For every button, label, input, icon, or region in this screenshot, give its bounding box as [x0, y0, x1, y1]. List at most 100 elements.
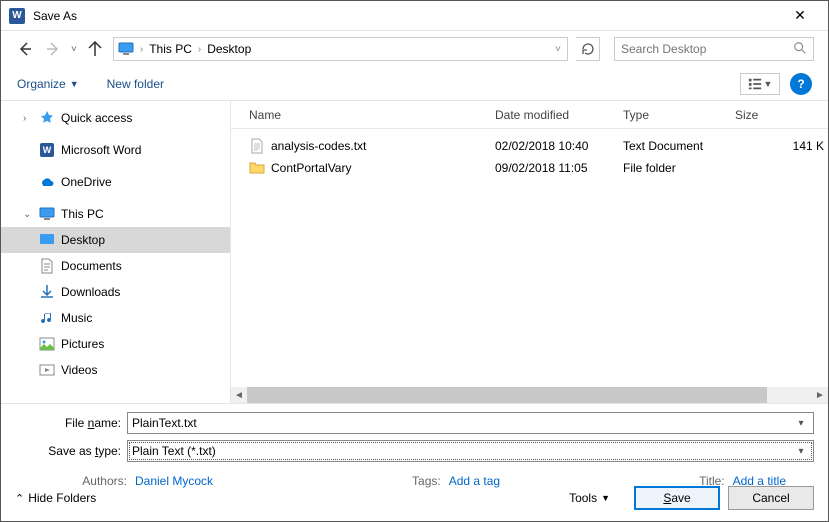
tools-button[interactable]: Tools ▼ — [569, 491, 610, 505]
cancel-button[interactable]: Cancel — [728, 486, 814, 510]
new-folder-button[interactable]: New folder — [107, 77, 164, 91]
close-button[interactable]: ✕ — [780, 7, 820, 24]
arrow-right-icon — [45, 41, 61, 57]
text-file-icon — [249, 138, 267, 154]
savetype-dropdown[interactable]: ▾ — [793, 446, 809, 457]
breadcrumb-separator: › — [196, 44, 203, 55]
navigation-tree[interactable]: › Quick access W Microsoft Word OneDrive… — [1, 101, 231, 403]
tree-label: This PC — [61, 207, 104, 221]
video-icon — [39, 362, 55, 378]
word-icon: W — [39, 142, 55, 158]
file-list-header[interactable]: Name Date modified Type Size — [231, 101, 828, 129]
filename-dropdown[interactable]: ▾ — [793, 418, 809, 429]
music-icon — [39, 310, 55, 326]
window-title: Save As — [33, 9, 780, 23]
cloud-icon — [39, 174, 55, 190]
breadcrumb-desktop[interactable]: Desktop — [207, 42, 251, 56]
organize-label: Organize — [17, 77, 66, 91]
tree-microsoft-word[interactable]: W Microsoft Word — [1, 137, 230, 163]
savetype-combo[interactable]: ▾ — [127, 440, 814, 462]
tools-label: Tools — [569, 491, 597, 505]
view-list-icon — [748, 77, 762, 91]
arrow-left-icon — [17, 41, 33, 57]
arrow-up-icon — [87, 41, 103, 57]
download-icon — [39, 284, 55, 300]
back-button[interactable] — [15, 39, 35, 59]
refresh-icon — [580, 41, 596, 57]
forward-button[interactable] — [43, 39, 63, 59]
file-type: Text Document — [623, 139, 735, 153]
tree-label: Desktop — [61, 233, 105, 247]
view-options-button[interactable]: ▼ — [740, 73, 780, 95]
column-size[interactable]: Size — [735, 108, 828, 122]
column-name[interactable]: Name — [249, 108, 495, 122]
hide-folders-label: Hide Folders — [28, 491, 96, 505]
file-date: 02/02/2018 10:40 — [495, 139, 623, 153]
chevron-right-icon: › — [23, 113, 33, 124]
tree-downloads[interactable]: Downloads — [1, 279, 230, 305]
file-row[interactable]: ContPortalVary 09/02/2018 11:05 File fol… — [249, 157, 828, 179]
filename-combo[interactable]: ▾ — [127, 412, 814, 434]
savetype-label: Save as type: — [15, 444, 127, 458]
address-dropdown[interactable]: ˅ — [553, 44, 563, 55]
tree-label: Music — [61, 311, 92, 325]
history-dropdown[interactable]: ˅ — [71, 44, 77, 55]
file-list[interactable]: analysis-codes.txt 02/02/2018 10:40 Text… — [231, 129, 828, 387]
file-row[interactable]: analysis-codes.txt 02/02/2018 10:40 Text… — [249, 135, 828, 157]
chevron-down-icon: ▼ — [70, 79, 79, 89]
address-bar[interactable]: › This PC › Desktop ˅ — [113, 37, 568, 61]
tree-label: Pictures — [61, 337, 104, 351]
folder-icon — [249, 160, 267, 176]
tree-label: OneDrive — [61, 175, 112, 189]
tree-music[interactable]: Music — [1, 305, 230, 331]
tree-videos[interactable]: Videos — [1, 357, 230, 383]
hide-folders-button[interactable]: ⌃ Hide Folders — [15, 491, 96, 505]
search-input[interactable] — [621, 42, 793, 56]
file-name: ContPortalVary — [271, 161, 351, 175]
column-date[interactable]: Date modified — [495, 108, 623, 122]
scroll-right-button[interactable]: ► — [812, 387, 828, 403]
chevron-down-icon: ⌄ — [23, 209, 33, 220]
tree-label: Videos — [61, 363, 97, 377]
monitor-icon — [39, 206, 55, 222]
tree-desktop[interactable]: Desktop — [1, 227, 230, 253]
up-button[interactable] — [85, 39, 105, 59]
tree-onedrive[interactable]: OneDrive — [1, 169, 230, 195]
picture-icon — [39, 336, 55, 352]
tree-label: Documents — [61, 259, 122, 273]
tree-label: Downloads — [61, 285, 120, 299]
tree-documents[interactable]: Documents — [1, 253, 230, 279]
tree-label: Quick access — [61, 111, 132, 125]
tree-this-pc[interactable]: ⌄ This PC — [1, 201, 230, 227]
this-pc-icon — [118, 41, 134, 57]
filename-label: File name: — [15, 416, 127, 430]
tree-pictures[interactable]: Pictures — [1, 331, 230, 357]
star-icon — [39, 110, 55, 126]
scroll-left-button[interactable]: ◄ — [231, 387, 247, 403]
desktop-icon — [39, 232, 55, 248]
scroll-thumb[interactable] — [247, 387, 767, 403]
column-type[interactable]: Type — [623, 108, 735, 122]
chevron-down-icon: ▼ — [601, 493, 610, 503]
breadcrumb-this-pc[interactable]: This PC — [149, 42, 192, 56]
search-icon — [793, 41, 807, 58]
help-button[interactable]: ? — [790, 73, 812, 95]
file-type: File folder — [623, 161, 735, 175]
word-app-icon: W — [9, 8, 25, 24]
filename-input[interactable] — [132, 416, 793, 430]
file-size: 141 K — [735, 139, 828, 153]
new-folder-label: New folder — [107, 77, 164, 91]
refresh-button[interactable] — [576, 37, 600, 61]
document-icon — [39, 258, 55, 274]
tree-quick-access[interactable]: › Quick access — [1, 105, 230, 131]
tree-label: Microsoft Word — [61, 143, 141, 157]
savetype-input[interactable] — [132, 444, 793, 458]
file-name: analysis-codes.txt — [271, 139, 366, 153]
horizontal-scrollbar[interactable]: ◄ ► — [231, 387, 828, 403]
chevron-down-icon: ▼ — [764, 79, 773, 89]
breadcrumb-separator: › — [138, 44, 145, 55]
organize-button[interactable]: Organize ▼ — [17, 77, 79, 91]
file-date: 09/02/2018 11:05 — [495, 161, 623, 175]
search-box[interactable] — [614, 37, 814, 61]
save-button[interactable]: Save — [634, 486, 720, 510]
